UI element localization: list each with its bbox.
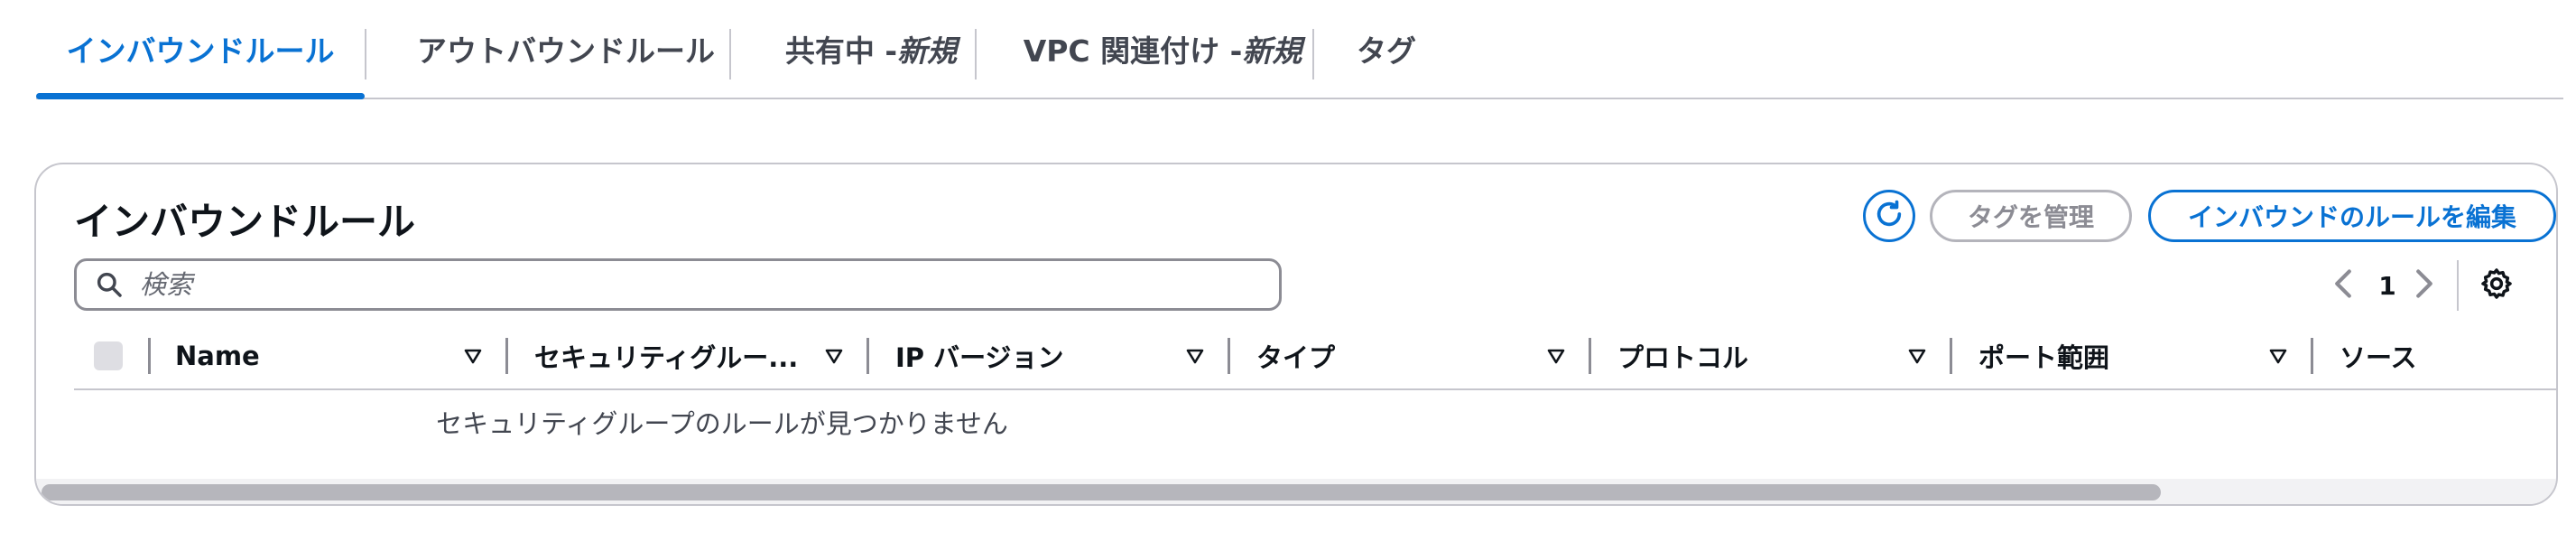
- column-header-ip-version[interactable]: IP バージョン: [895, 323, 1064, 388]
- column-header-type[interactable]: タイプ: [1256, 323, 1335, 388]
- tab-sharing[interactable]: 共有中 - 新規: [731, 0, 1011, 98]
- new-badge: 新規: [1242, 33, 1302, 69]
- refresh-icon: [1874, 199, 1904, 233]
- tab-label: VPC 関連付け -: [1023, 33, 1243, 69]
- column-divider: [2311, 338, 2313, 374]
- column-header-port-range[interactable]: ポート範囲: [1978, 323, 2109, 388]
- tab-inbound-rules[interactable]: インバウンドルール: [36, 0, 365, 99]
- tab-outbound-rules[interactable]: アウトバウンドルール: [366, 0, 765, 98]
- column-divider: [148, 338, 151, 374]
- preferences-button[interactable]: [2477, 266, 2516, 305]
- column-divider: [866, 338, 869, 374]
- refresh-button[interactable]: [1863, 190, 1915, 242]
- horizontal-scrollbar-thumb[interactable]: [42, 484, 2161, 500]
- sort-caret-icon[interactable]: [462, 345, 484, 367]
- panel-title: インバウンドルール: [74, 200, 416, 244]
- new-badge: 新規: [897, 33, 958, 69]
- gear-icon: [2479, 266, 2514, 304]
- tab-vpc-associations[interactable]: VPC 関連付け - 新規: [977, 0, 1348, 98]
- column-header-protocol[interactable]: プロトコル: [1617, 323, 1748, 388]
- empty-state-message: セキュリティグループのルールが見つかりません: [436, 408, 1008, 439]
- sort-caret-icon[interactable]: [2267, 345, 2289, 367]
- sort-caret-icon[interactable]: [1545, 345, 1567, 367]
- previous-page-button[interactable]: [2325, 264, 2361, 307]
- column-divider: [505, 338, 508, 374]
- tab-label: インバウンドルール: [66, 33, 335, 69]
- chevron-right-icon: [2414, 268, 2435, 303]
- edit-inbound-rules-button[interactable]: インバウンドのルールを編集: [2148, 190, 2556, 242]
- column-header-name[interactable]: Name: [175, 323, 260, 388]
- column-divider: [1589, 338, 1591, 374]
- search-box: [74, 258, 1282, 311]
- current-page-number[interactable]: 1: [2374, 264, 2401, 307]
- pager-divider: [2457, 260, 2459, 311]
- table-header: Name セキュリティグルー... IP バージョン タイプ プロトコル ポート…: [74, 323, 2556, 390]
- inbound-rules-panel: インバウンドルール タグを管理 インバウンドのルールを編集 1: [34, 163, 2558, 506]
- search-icon: [93, 268, 125, 301]
- tab-label: 共有中 -: [784, 33, 898, 69]
- search-input[interactable]: [138, 268, 1225, 301]
- manage-tags-button[interactable]: タグを管理: [1930, 190, 2132, 242]
- column-header-security-group[interactable]: セキュリティグルー...: [534, 323, 798, 388]
- column-header-source[interactable]: ソース: [2340, 323, 2417, 388]
- sort-caret-icon[interactable]: [1906, 345, 1928, 367]
- sort-caret-icon[interactable]: [823, 345, 845, 367]
- tab-label: タグ: [1357, 33, 1416, 69]
- chevron-left-icon: [2332, 268, 2354, 303]
- next-page-button[interactable]: [2406, 264, 2442, 307]
- column-divider: [1950, 338, 1952, 374]
- column-divider: [1228, 338, 1230, 374]
- tab-bar: インバウンドルール アウトバウンドルール 共有中 - 新規 VPC 関連付け -…: [36, 0, 2563, 99]
- tab-tags[interactable]: タグ: [1314, 0, 1459, 98]
- sort-caret-icon[interactable]: [1184, 345, 1206, 367]
- select-all-checkbox[interactable]: [94, 341, 123, 370]
- tab-label: アウトバウンドルール: [417, 33, 715, 69]
